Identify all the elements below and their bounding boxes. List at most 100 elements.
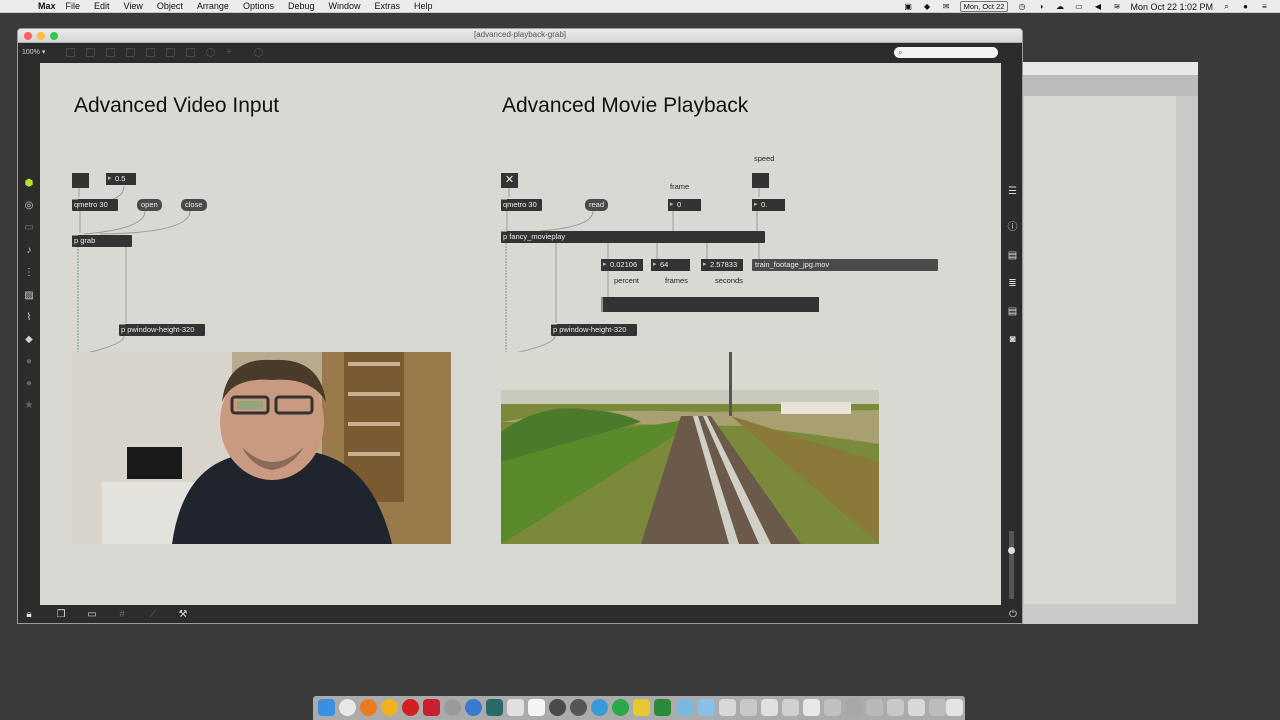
canary-icon[interactable] [381,699,398,716]
firefox-icon[interactable] [360,699,377,716]
spotlight-search-icon[interactable]: ⌕ [1221,2,1232,11]
qmetro-right[interactable]: qmetro 30 [501,199,542,211]
snap-icon[interactable] [254,48,263,57]
document-icon[interactable] [740,699,757,716]
zoom-menu[interactable]: 100% ▾ [22,48,45,56]
plugin-icon[interactable]: ◆ [18,333,40,347]
airplay-icon[interactable]: ▭ [1073,2,1084,11]
book-icon[interactable]: ▤ [1001,305,1022,319]
document-icon[interactable] [761,699,778,716]
evernote-icon[interactable] [654,699,671,716]
menu-arrange[interactable]: Arrange [197,1,229,11]
mail-icon[interactable]: ✉ [941,2,952,11]
screenshot-icon[interactable] [887,699,904,716]
number-icon[interactable] [146,48,155,57]
menu-object[interactable]: Object [157,1,183,11]
list-icon[interactable]: ≣ [1001,277,1022,291]
wrench-icon[interactable]: ⚒ [176,608,190,622]
p-fancy-movieplay-object[interactable]: p fancy_movieplay [501,231,765,243]
menu-edit[interactable]: Edit [94,1,110,11]
presentation-icon[interactable]: ▭ [85,608,99,622]
comment-icon[interactable] [186,48,195,57]
playback-position-slider[interactable] [601,297,819,312]
book-icon[interactable]: ▤ [1001,249,1022,263]
pwindow-object-right[interactable]: p pwindow-height-320 [551,324,637,336]
document-icon[interactable] [782,699,799,716]
trash-icon[interactable] [946,699,963,716]
dropbox-icon[interactable]: ◆ [922,2,933,11]
wifi-icon[interactable]: ≋ [1111,2,1122,11]
toggle-right[interactable]: ✕ [501,173,518,188]
windows-icon[interactable]: ❐ [54,608,68,622]
volume-icon[interactable]: ◀ [1092,2,1103,11]
gauge-icon[interactable] [549,699,566,716]
max-app-icon[interactable] [570,699,587,716]
background-window[interactable] [1022,62,1198,624]
user-icon[interactable]: ● [1240,2,1251,11]
list-icon[interactable]: ☰ [1001,185,1022,199]
menu-window[interactable]: Window [329,1,361,11]
cloud-icon[interactable]: ☁ [1054,2,1065,11]
finder-icon[interactable] [318,699,335,716]
screenshot-icon[interactable] [866,699,883,716]
slider-knob[interactable] [1008,547,1015,554]
vivaldi-icon[interactable] [423,699,440,716]
dash-icon[interactable]: ▭ [18,221,40,235]
target-icon[interactable]: ◎ [18,199,40,213]
read-message[interactable]: read [585,199,609,211]
close-message[interactable]: close [181,199,207,211]
menu-help[interactable]: Help [414,1,433,11]
folder-icon[interactable] [677,699,694,716]
circle-icon[interactable]: ● [18,377,40,391]
seconds-number-box[interactable]: 2.57833 [701,259,743,271]
camera-icon[interactable]: ◙ [1001,333,1022,347]
mail-app-icon[interactable] [507,699,524,716]
filename-display[interactable]: train_footage_jpg.mov [752,259,938,271]
notes-icon[interactable] [528,699,545,716]
toggle-icon[interactable] [126,48,135,57]
half-circle-icon[interactable]: ◑ [1035,2,1046,11]
qmetro-left[interactable]: qmetro 30 [72,199,118,211]
wand-icon[interactable]: ⟋ [146,608,160,622]
image-icon[interactable]: ▨ [18,289,40,303]
screenshot-icon[interactable] [908,699,925,716]
safari-icon[interactable] [444,699,461,716]
folder-icon[interactable] [698,699,715,716]
power-icon[interactable]: ⏻ [1006,608,1020,622]
new-object-icon[interactable] [66,48,75,57]
chrome-icon[interactable] [339,699,356,716]
cube-icon[interactable]: ⬢ [18,177,40,191]
menu-view[interactable]: View [124,1,143,11]
patcher-canvas[interactable]: Advanced Video Input 0.5 qmetro 30 open … [40,63,1001,605]
screen-icon[interactable]: ▣ [903,2,914,11]
paperclip-icon[interactable]: ⌇ [18,311,40,325]
percent-number-box[interactable]: 0.02106 [601,259,643,271]
dial-icon[interactable] [206,48,215,57]
messages-icon[interactable] [591,699,608,716]
step-icon[interactable]: ⋮ [18,266,40,280]
date-widget[interactable]: Mon, Oct 22 [959,1,1009,12]
time-machine-icon[interactable]: ◷ [1016,2,1027,11]
lock-icon[interactable]: 🔒︎ [22,608,36,622]
menu-options[interactable]: Options [243,1,274,11]
window-titlebar[interactable]: [advanced-playback-grab] [18,29,1022,43]
plus-icon[interactable]: + [226,48,235,58]
frames-number-box[interactable]: 64 [651,259,690,271]
toggle-left[interactable] [72,173,89,188]
document-icon[interactable] [929,699,946,716]
speed-number-box[interactable]: 0. [752,199,785,211]
menu-debug[interactable]: Debug [288,1,315,11]
opera-icon[interactable] [402,699,419,716]
spotify-icon[interactable] [612,699,629,716]
search-input[interactable]: ⌕ [894,47,998,58]
screenshot-icon[interactable] [845,699,862,716]
music-note-icon[interactable]: ♪ [18,244,40,258]
bulb-icon[interactable] [633,699,650,716]
info-icon[interactable]: ⓘ [1001,221,1022,235]
document-icon[interactable] [719,699,736,716]
frame-number-box[interactable]: 0 [668,199,701,211]
open-message[interactable]: open [137,199,162,211]
star-icon[interactable]: ★ [18,399,40,413]
grid-icon[interactable]: # [115,608,129,622]
message-icon[interactable] [86,48,95,57]
